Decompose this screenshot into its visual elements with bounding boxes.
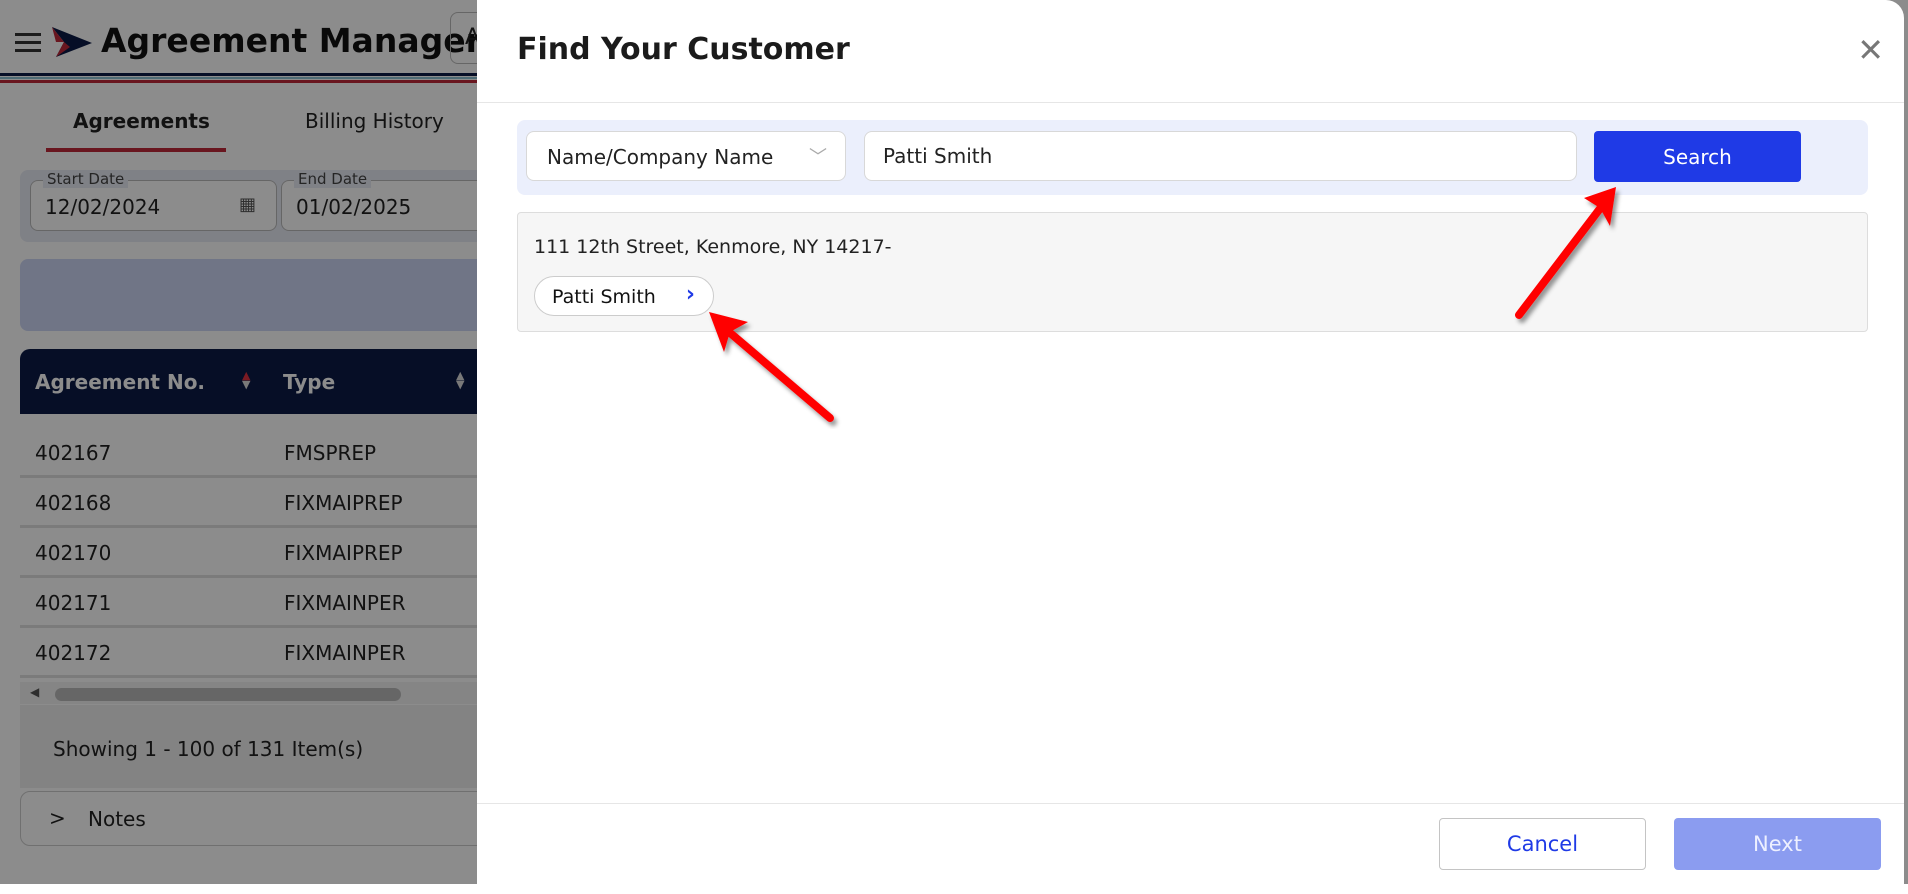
result-card: 111 12th Street, Kenmore, NY 14217- Patt… <box>517 212 1868 332</box>
customer-name: Patti Smith <box>552 286 656 308</box>
search-type-value: Name/Company Name <box>547 145 774 169</box>
search-input[interactable] <box>864 131 1577 181</box>
search-bar: Name/Company Name ﹀ Search <box>517 120 1868 195</box>
search-type-select[interactable]: Name/Company Name ﹀ <box>526 131 846 181</box>
result-address: 111 12th Street, Kenmore, NY 14217- <box>534 236 892 258</box>
dialog-title: Find Your Customer <box>517 32 850 67</box>
customer-chip[interactable]: Patti Smith › <box>534 276 714 316</box>
header-divider <box>477 102 1904 103</box>
next-button[interactable]: Next <box>1674 818 1881 870</box>
chevron-right-icon: › <box>685 282 695 307</box>
chevron-down-icon: ﹀ <box>809 147 827 168</box>
close-icon[interactable]: ✕ <box>1857 34 1884 66</box>
footer-divider <box>477 803 1904 804</box>
find-customer-dialog: Find Your Customer ✕ Name/Company Name ﹀… <box>477 0 1904 894</box>
cancel-button[interactable]: Cancel <box>1439 818 1646 870</box>
search-button[interactable]: Search <box>1594 131 1801 182</box>
